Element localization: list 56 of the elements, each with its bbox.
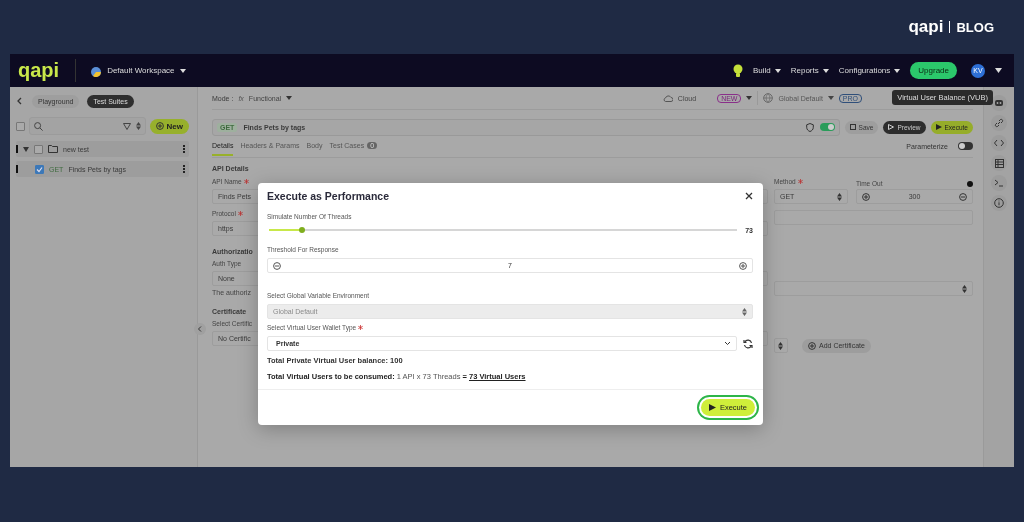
select-field[interactable] [774,281,973,296]
lightbulb-icon[interactable] [732,63,743,78]
blog-label: BLOG [956,19,994,35]
app-logo[interactable]: qapi [18,59,77,82]
checkbox[interactable] [34,144,43,154]
cloud-icon [662,94,673,102]
select-field[interactable] [774,338,788,353]
caret-icon[interactable] [995,68,1002,73]
back-chevron-icon[interactable] [16,97,24,105]
minus-circle-icon[interactable] [959,192,967,201]
sort-icon [778,341,783,350]
filter-icon[interactable] [122,122,131,130]
checkbox[interactable] [35,164,44,174]
plus-circle-icon[interactable] [739,261,747,270]
sort-icon [837,192,842,201]
dialog-title: Execute as Performance [267,190,389,202]
play-icon [935,124,942,130]
link-icon[interactable] [991,115,1007,131]
menu-item[interactable]: Reports [790,66,819,75]
sort-icon[interactable] [135,122,141,130]
upgrade-button[interactable]: Upgrade [910,62,957,79]
globe-icon [763,93,774,103]
toggle-switch[interactable] [958,142,973,150]
play-icon [708,404,716,411]
chevron-down-icon [724,341,731,346]
plus-circle-icon [808,341,816,350]
search-field[interactable] [29,117,146,135]
sort-icon [962,284,967,293]
play-outline-icon [888,124,895,130]
checkmark-icon [36,165,43,173]
blog-logo: qapi [908,17,944,37]
checkbox[interactable] [16,121,25,131]
plus-circle-icon[interactable] [862,192,870,201]
caret-icon[interactable] [894,68,901,73]
workspace-selector[interactable]: Default Workspace [107,66,175,75]
close-icon[interactable] [745,192,753,200]
folder-icon [48,145,58,153]
caret-icon[interactable] [822,68,829,73]
search-icon [34,121,43,131]
table-icon[interactable] [991,155,1007,171]
minus-circle-icon[interactable] [273,261,281,270]
caret-icon[interactable] [179,68,186,73]
workspace-icon [90,64,103,77]
menu-item[interactable]: Build [752,66,771,75]
code-icon[interactable] [991,135,1007,151]
robot-icon[interactable] [991,95,1007,111]
refresh-icon[interactable] [743,338,753,349]
menu-item[interactable]: Configurations [838,66,891,75]
info-icon[interactable] [991,195,1007,211]
new-button[interactable]: New [149,118,189,134]
sort-icon [742,307,747,316]
shield-icon [805,122,814,132]
info-icon[interactable] [967,180,973,187]
plus-circle-icon [155,122,164,130]
caret-icon[interactable] [774,68,781,73]
toggle-switch[interactable] [819,123,835,131]
